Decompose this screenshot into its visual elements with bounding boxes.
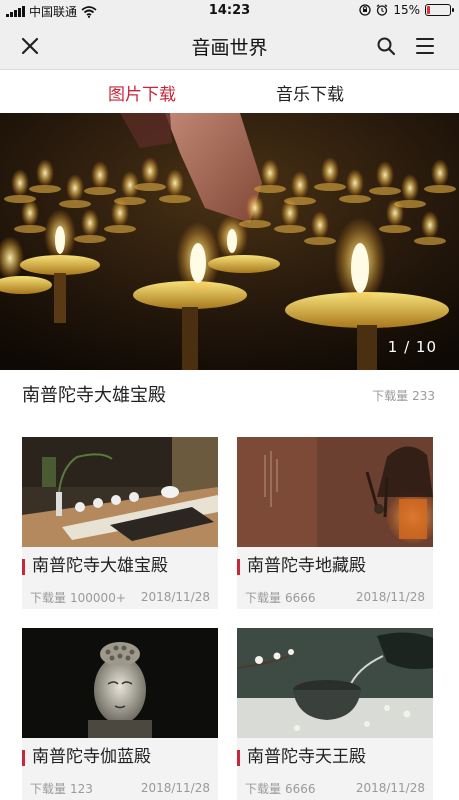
section-divider	[0, 415, 459, 437]
nav-bar: 音画世界	[0, 22, 459, 70]
card-title: 南普陀寺地藏殿	[237, 547, 433, 585]
search-icon	[377, 37, 396, 56]
card-date: 2018/11/28	[140, 781, 210, 795]
card-thumbnail	[22, 628, 218, 738]
download-count: 6666	[285, 781, 316, 796]
card-meta: 下载量 100000+ 2018/11/28	[22, 585, 218, 609]
card-thumbnail	[22, 437, 218, 547]
download-count: 233	[412, 389, 435, 403]
card-downloads: 下载量 6666	[245, 589, 316, 606]
image-card[interactable]: 南普陀寺伽蓝殿 下载量 123 2018/11/28	[22, 628, 218, 800]
download-count: 100000+	[70, 590, 126, 605]
card-downloads: 下载量 100000+	[30, 589, 126, 606]
status-right: 15%	[359, 3, 454, 17]
card-thumbnail	[237, 437, 433, 547]
card-meta: 下载量 6666 2018/11/28	[237, 776, 433, 800]
download-label: 下载量	[372, 389, 409, 403]
battery-percent: 15%	[393, 3, 420, 17]
hero-banner[interactable]: 1 / 10	[0, 113, 459, 370]
card-date: 2018/11/28	[355, 590, 425, 604]
alarm-icon	[376, 4, 388, 16]
card-date: 2018/11/28	[140, 590, 210, 604]
card-title: 南普陀寺大雄宝殿	[22, 547, 218, 585]
download-label: 下载量	[30, 781, 67, 796]
hero-counter: 1 / 10	[387, 338, 437, 356]
orientation-lock-icon	[359, 4, 371, 16]
download-label: 下载量	[245, 781, 282, 796]
hero-download-count: 下载量 233	[372, 387, 435, 404]
card-title: 南普陀寺伽蓝殿	[22, 738, 218, 776]
hero-title: 南普陀寺大雄宝殿	[22, 385, 166, 406]
image-card[interactable]: 南普陀寺大雄宝殿 下载量 100000+ 2018/11/28	[22, 437, 218, 609]
battery-icon	[425, 4, 454, 16]
card-downloads: 下载量 123	[30, 780, 93, 797]
download-count: 123	[70, 781, 93, 796]
download-count: 6666	[285, 590, 316, 605]
card-meta: 下载量 123 2018/11/28	[22, 776, 218, 800]
menu-icon	[416, 38, 434, 54]
search-button[interactable]	[372, 32, 400, 60]
card-title: 南普陀寺天王殿	[237, 738, 433, 776]
image-card[interactable]: 南普陀寺地藏殿 下载量 6666 2018/11/28	[237, 437, 433, 609]
card-meta: 下载量 6666 2018/11/28	[237, 585, 433, 609]
menu-button[interactable]	[411, 32, 439, 60]
download-label: 下载量	[30, 590, 67, 605]
status-bar: 中国联通 14:23 15%	[0, 0, 459, 22]
tab-bar: 图片下载 音乐下载	[0, 70, 459, 115]
tab-music-download[interactable]: 音乐下载	[276, 80, 344, 113]
image-card[interactable]: 南普陀寺天王殿 下载量 6666 2018/11/28	[237, 628, 433, 800]
card-date: 2018/11/28	[355, 781, 425, 795]
hero-info: 南普陀寺大雄宝殿 下载量 233	[0, 370, 459, 415]
hero-image	[0, 113, 459, 370]
tab-image-download[interactable]: 图片下载	[108, 80, 176, 115]
card-downloads: 下载量 6666	[245, 780, 316, 797]
card-thumbnail	[237, 628, 433, 738]
download-label: 下载量	[245, 590, 282, 605]
